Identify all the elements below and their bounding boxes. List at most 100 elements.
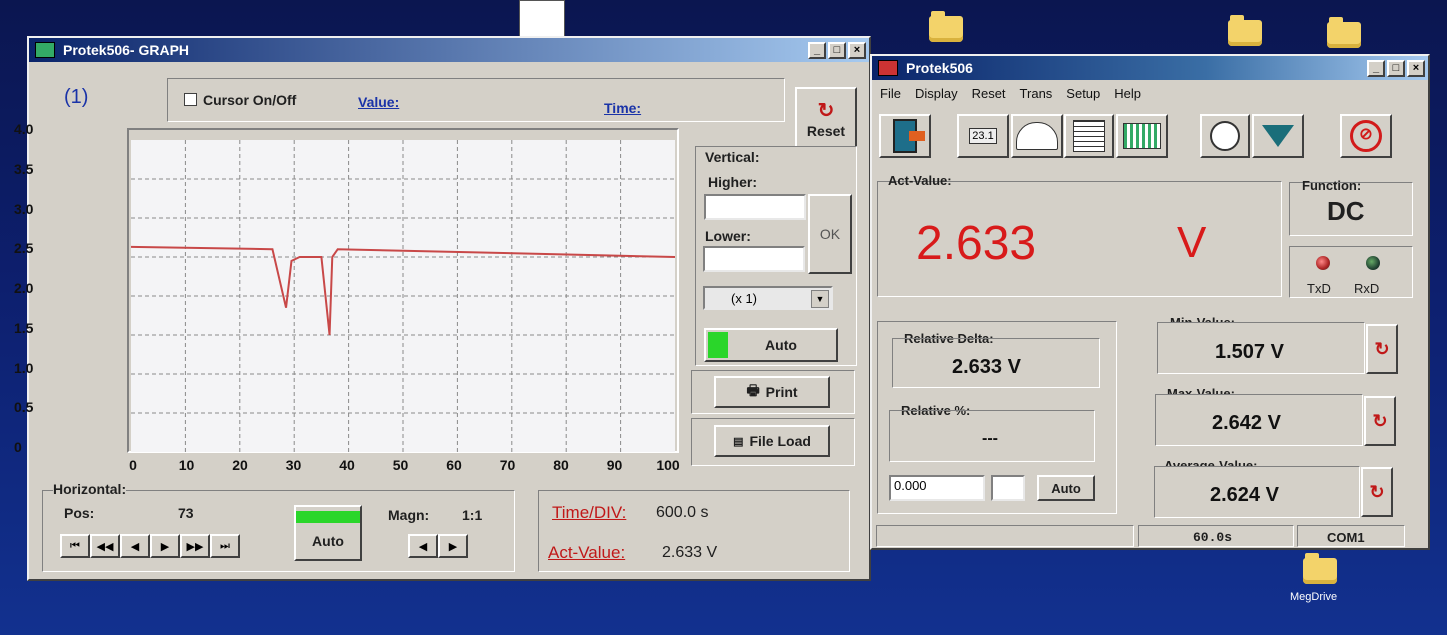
x-tick-label: 70 (499, 457, 516, 473)
nav-next-button[interactable]: ▶ (150, 534, 180, 558)
cursor-checkbox[interactable] (184, 93, 197, 106)
meter-close-button[interactable]: × (1407, 59, 1425, 77)
x-tick-label: 20 (232, 457, 248, 473)
min-reset-button[interactable]: ↻ (1366, 324, 1398, 374)
horizontal-auto-button[interactable]: Auto (294, 505, 362, 561)
print-button[interactable]: 🖶 Print (714, 376, 830, 408)
min-value: 1.507 V (1215, 341, 1284, 363)
cursor-toggle[interactable]: Cursor On/Off (184, 92, 296, 108)
relative-unit-input[interactable] (991, 475, 1025, 501)
menu-item-trans[interactable]: Trans (1020, 86, 1053, 101)
file-load-button[interactable]: ▤ File Load (714, 425, 830, 457)
time-div-label: Time/DIV: (552, 503, 627, 522)
grid-graph-icon (1123, 123, 1161, 149)
reset-label: Reset (806, 122, 846, 139)
stopwatch-icon (1210, 121, 1240, 151)
graph-act-value-label: Act-Value: (548, 543, 626, 562)
app-icon (35, 42, 55, 58)
position-nav: ⏮ ◀◀ ◀ ▶ ▶▶ ⏭ (60, 534, 240, 558)
menu-item-setup[interactable]: Setup (1066, 86, 1100, 101)
nav-first-button[interactable]: ⏮ (60, 534, 90, 558)
y-tick-label: 3.5 (14, 160, 34, 177)
y-tick-label: 0.5 (14, 399, 34, 416)
vertical-auto-button[interactable]: Auto (704, 328, 838, 362)
close-button[interactable]: × (848, 41, 866, 59)
higher-input[interactable] (704, 194, 806, 220)
printer-icon: 🖶 (746, 382, 760, 398)
stop-tool-button[interactable]: ⊘ (1340, 114, 1392, 158)
relative-offset-input[interactable]: 0.000 (889, 475, 985, 501)
megdrive-folder-icon[interactable] (1303, 553, 1337, 584)
menu-item-file[interactable]: File (880, 86, 901, 101)
value-label: Value: (358, 94, 400, 110)
pos-label: Pos: (64, 505, 95, 521)
graph-window-title: Protek506- GRAPH (63, 42, 190, 58)
timer-tool-button[interactable] (1200, 114, 1250, 158)
magn-value: 1:1 (462, 507, 483, 523)
maximize-button[interactable]: □ (828, 41, 846, 59)
graph-window-titlebar[interactable]: Protek506- GRAPH _ □ × (29, 38, 869, 62)
exit-tool-button[interactable] (879, 114, 931, 158)
scale-select[interactable]: (x 1) ▼ (703, 286, 833, 310)
x-tick-label: 30 (285, 457, 302, 473)
folder-icon[interactable] (1327, 17, 1361, 48)
x-tick-label: 50 (392, 457, 409, 473)
menu-item-reset[interactable]: Reset (972, 86, 1006, 101)
meter-minimize-button[interactable]: _ (1367, 59, 1385, 77)
x-tick-label: 90 (606, 457, 623, 473)
minimize-button[interactable]: _ (808, 41, 826, 59)
relative-auto-button[interactable]: Auto (1037, 475, 1095, 501)
nav-prev-button[interactable]: ◀ (120, 534, 150, 558)
file-load-label: File Load (749, 433, 811, 449)
x-tick-label: 60 (446, 457, 462, 473)
folder-icon[interactable] (929, 11, 963, 42)
digital-display-tool-button[interactable]: 23.1 (957, 114, 1009, 158)
menu-item-help[interactable]: Help (1114, 86, 1141, 101)
x-tick-label: 80 (553, 457, 569, 473)
average-reset-icon: ↻ (1369, 481, 1385, 502)
lower-label: Lower: (705, 228, 751, 244)
min-reset-icon: ↻ (1374, 338, 1390, 359)
nav-fast-forward-button[interactable]: ▶▶ (180, 534, 210, 558)
menu-bar: File Display Reset Trans Setup Help (880, 86, 1141, 101)
table-icon (1073, 120, 1105, 152)
y-tick-label: 2.0 (14, 280, 34, 296)
meter-maximize-button[interactable]: □ (1387, 59, 1405, 77)
relative-delta-value: 2.633 V (952, 356, 1021, 378)
y-tick-label: 4.0 (14, 121, 34, 137)
horizontal-panel (42, 490, 515, 572)
magn-right-button[interactable]: ▶ (438, 534, 468, 558)
max-reset-button[interactable]: ↻ (1364, 396, 1396, 446)
ok-button[interactable]: OK (808, 194, 852, 274)
menu-item-display[interactable]: Display (915, 86, 958, 101)
graph-tool-button[interactable] (1116, 114, 1168, 158)
relative-pct-value: --- (982, 430, 998, 447)
meter-window-titlebar[interactable]: Protek506 _ □ × (872, 56, 1428, 80)
folder-icon[interactable] (1228, 15, 1262, 46)
nav-rewind-button[interactable]: ◀◀ (90, 534, 120, 558)
magn-left-button[interactable]: ◀ (408, 534, 438, 558)
table-tool-button[interactable] (1064, 114, 1114, 158)
lower-input[interactable] (703, 246, 805, 272)
txd-label: TxD (1307, 281, 1331, 296)
time-div-value: 600.0 s (656, 504, 709, 521)
status-cell-left (876, 525, 1134, 547)
reset-button[interactable]: ↻ Reset (795, 87, 857, 149)
filter-tool-button[interactable] (1252, 114, 1304, 158)
analog-gauge-tool-button[interactable] (1011, 114, 1063, 158)
stop-icon: ⊘ (1350, 120, 1382, 152)
txd-led-icon (1316, 256, 1330, 270)
chevron-down-icon[interactable]: ▼ (811, 290, 829, 308)
function-label: Function: (1302, 178, 1362, 193)
y-tick-label: 0 (14, 439, 22, 455)
higher-label: Higher: (708, 174, 757, 190)
status-interval: 60.0s (1193, 530, 1233, 545)
y-tick-label: 2.5 (14, 240, 34, 257)
horizontal-label: Horizontal: (53, 481, 127, 497)
desktop-shortcut-icon[interactable] (519, 0, 565, 40)
channel-label: (1) (64, 86, 89, 108)
graph-act-value: 2.633 V (662, 544, 718, 561)
nav-last-button[interactable]: ⏭ (210, 534, 240, 558)
rxd-led-icon (1366, 256, 1380, 270)
average-reset-button[interactable]: ↻ (1361, 467, 1393, 517)
